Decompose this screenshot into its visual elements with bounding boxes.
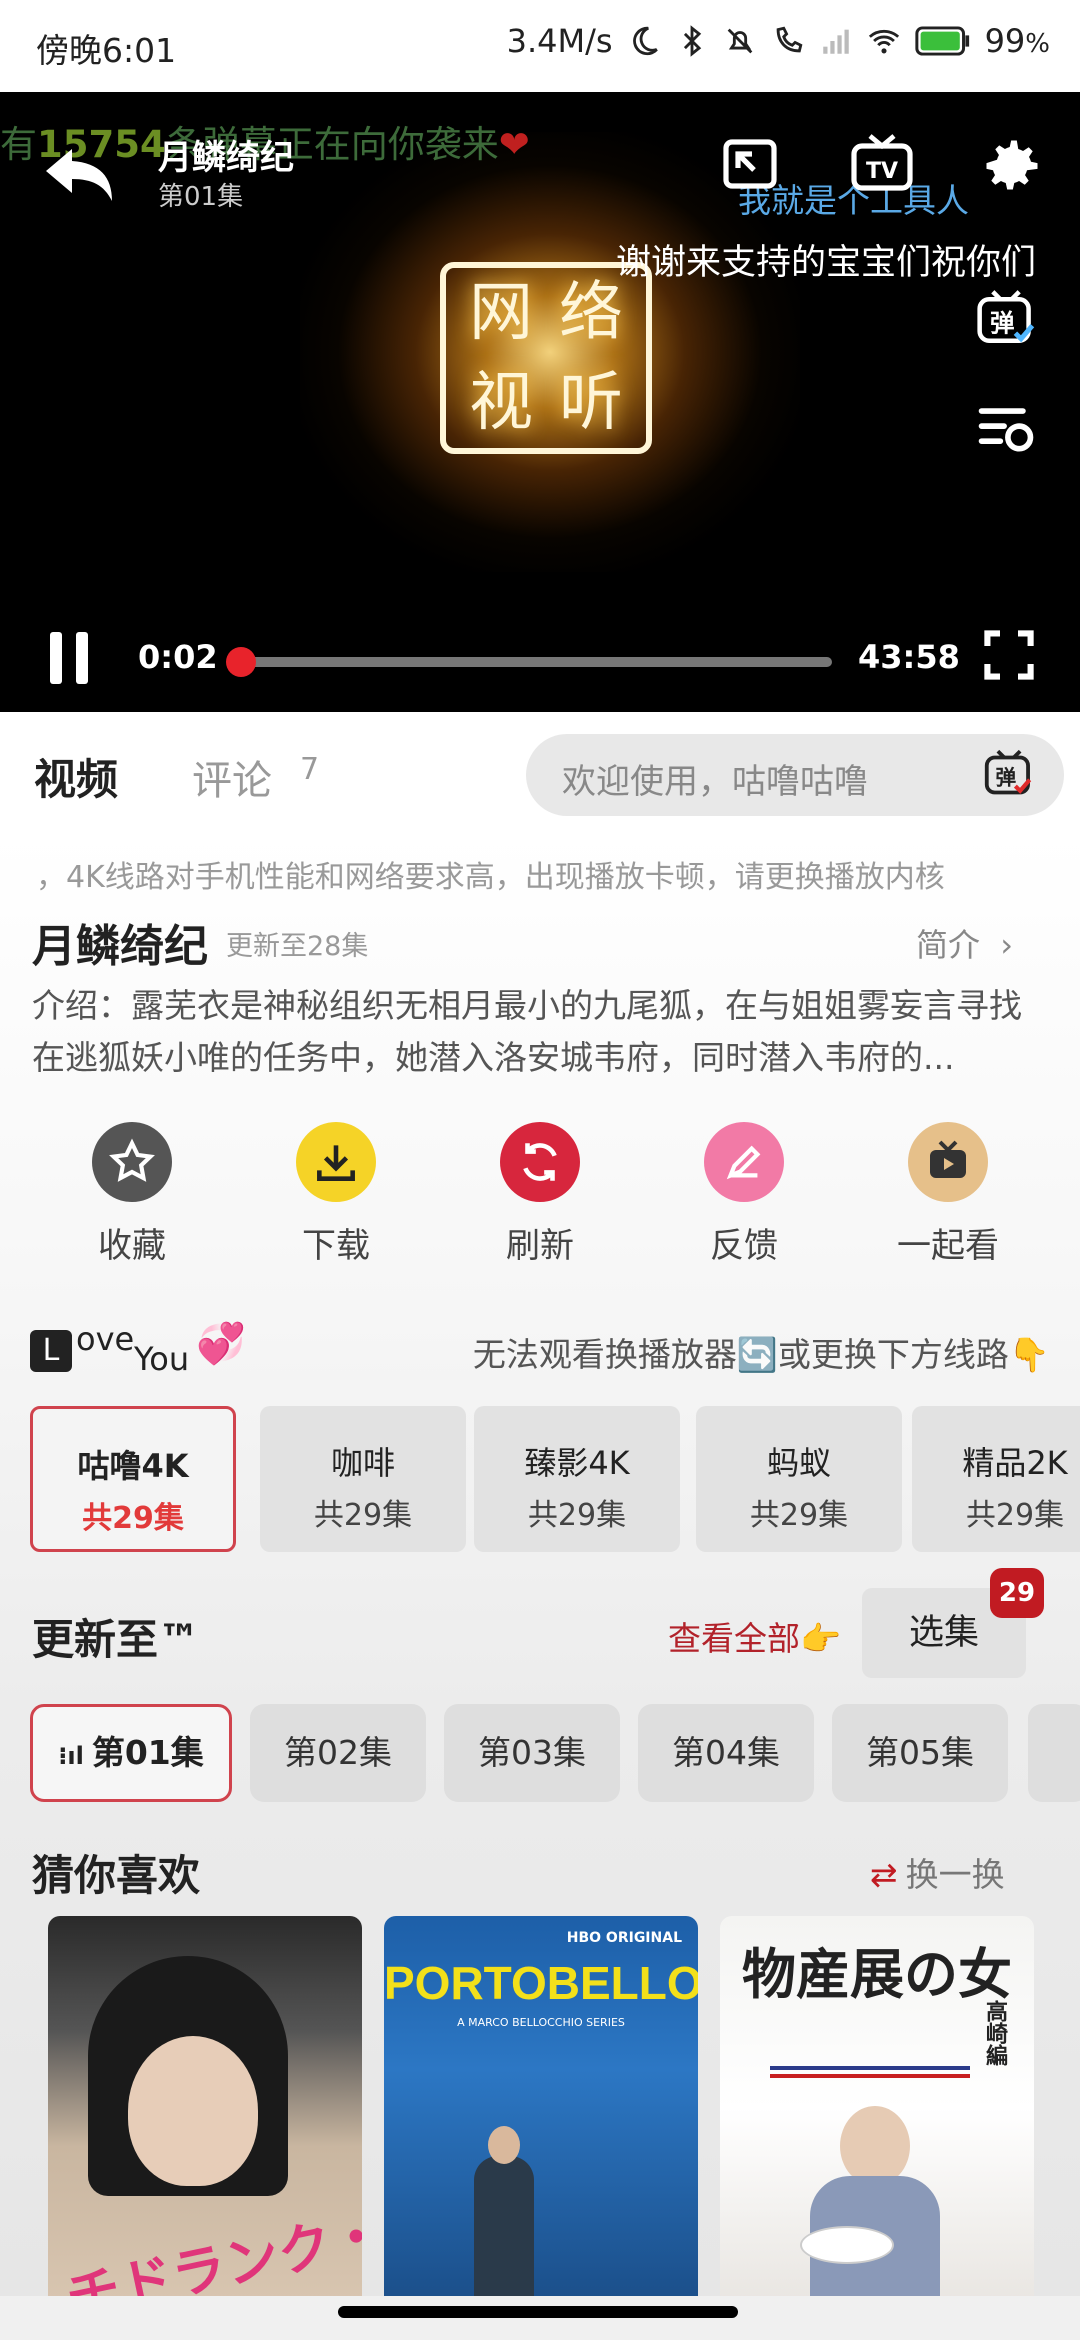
- recommend-title: 猜你喜欢: [32, 1851, 201, 1900]
- duration: 43:58: [858, 638, 960, 676]
- swap-icon: ⇄: [870, 1855, 898, 1894]
- poster-tag: HBO ORIGINAL: [566, 1930, 682, 1946]
- watch-together-button[interactable]: 一起看: [868, 1122, 1028, 1267]
- tab-video[interactable]: 视频: [34, 746, 118, 807]
- player-hint: 无法观看换播放器🔄或更换下方线路👇: [472, 1335, 1050, 1374]
- refresh-button[interactable]: 刷新: [460, 1122, 620, 1267]
- episode-item[interactable]: 第02集: [250, 1704, 426, 1802]
- swap-button[interactable]: ⇄ 换一换: [870, 1848, 1005, 1896]
- line-card[interactable]: 咖啡 共29集: [260, 1406, 466, 1552]
- episode-item[interactable]: 第04集: [638, 1704, 814, 1802]
- status-bar: 傍晚6:01 3.4M/s 99%: [0, 0, 1080, 92]
- progress-thumb[interactable]: [226, 647, 257, 677]
- action-label: 一起看: [897, 1226, 999, 1266]
- favorite-button[interactable]: 收藏: [52, 1122, 212, 1267]
- notice-marquee: ，4K线路对手机性能和网络要求高，出现播放卡顿，请更换播放内核: [36, 860, 945, 895]
- chevron-right-icon: ›: [1000, 926, 1013, 964]
- fullscreen-icon[interactable]: [982, 628, 1036, 682]
- line-card[interactable]: 臻影4K 共29集: [474, 1406, 680, 1552]
- pencil-icon: [726, 1145, 761, 1180]
- svg-text:弹: 弹: [990, 308, 1014, 337]
- poster-title: PORTOBELLO: [384, 1957, 698, 2009]
- progress-track[interactable]: [232, 657, 832, 667]
- action-label: 反馈: [710, 1226, 778, 1266]
- update-status: 更新至28集: [226, 931, 369, 962]
- intro-link[interactable]: 简介 ›: [916, 920, 1013, 966]
- tv-play-icon: [930, 1140, 966, 1178]
- danmaku-input[interactable]: 欢迎使用，咕噜咕噜 弹: [526, 734, 1064, 816]
- episode-count-badge: 29: [990, 1568, 1044, 1618]
- video-logo: 网络 视听: [440, 262, 652, 454]
- mute-icon: [727, 28, 752, 54]
- video-player[interactable]: 网络 视听 有15754条弹幕正在向你袭来❤ 我就是个工具人 谢谢来支持的宝宝们…: [0, 92, 1080, 712]
- line-card[interactable]: 咕噜4K 共29集: [30, 1406, 236, 1552]
- danmaku-settings-icon[interactable]: [974, 396, 1038, 460]
- settings-gear-icon[interactable]: [978, 132, 1046, 200]
- pip-icon[interactable]: [718, 132, 786, 200]
- poster-subtitle: A MARCO BELLOCCHIO SERIES: [457, 2016, 625, 2029]
- danmaku-placeholder: 欢迎使用，咕噜咕噜: [562, 762, 868, 802]
- tv-cast-icon[interactable]: TV: [848, 132, 916, 200]
- episode-item[interactable]: 第05集: [832, 1704, 1008, 1802]
- signal-icon: [822, 29, 849, 54]
- pause-button[interactable]: [48, 632, 94, 684]
- love-you-badge: L ove You 💞: [30, 1320, 250, 1380]
- show-description: 介绍：露芜衣是神秘组织无相月最小的九尾狐，在与姐姐雾妄言寻找在逃狐妖小唯的任务中…: [32, 986, 1022, 1077]
- tab-comments[interactable]: 评论: [192, 748, 272, 806]
- svg-text:弹: 弹: [996, 766, 1017, 790]
- line-card[interactable]: 蚂蚁 共29集: [696, 1406, 902, 1552]
- poster-title: 物産展の女: [742, 1942, 1012, 2006]
- current-time: 0:02: [138, 638, 218, 676]
- status-icons: 3.4M/s 99%: [507, 22, 1050, 60]
- poster-card[interactable]: チドランク・ウ: [48, 1916, 362, 2300]
- action-label: 下载: [302, 1226, 370, 1266]
- episode-item[interactable]: 第03集: [444, 1704, 620, 1802]
- svg-text:TV: TV: [866, 159, 898, 184]
- refresh-icon: [523, 1143, 557, 1181]
- danmaku-message: 谢谢来支持的宝宝们祝你们: [616, 243, 1037, 283]
- battery-icon: [914, 26, 969, 56]
- episode-item[interactable]: [1028, 1704, 1080, 1802]
- danmaku-toggle-icon[interactable]: 弹: [974, 288, 1038, 352]
- line-card[interactable]: 精品2K 共29集: [912, 1406, 1080, 1552]
- playing-bars-icon: ⁝ıl: [58, 1742, 84, 1770]
- hearts-icon: 💞: [196, 1321, 246, 1367]
- net-speed: 3.4M/s: [506, 22, 613, 60]
- episode-list: ⁝ıl 第01集 第02集 第03集 第04集 第05集: [30, 1704, 1080, 1804]
- episode-item[interactable]: ⁝ıl 第01集: [30, 1704, 232, 1802]
- back-icon[interactable]: [40, 140, 120, 210]
- bottom-strip: [0, 2296, 1080, 2340]
- status-time: 傍晚6:01: [36, 31, 177, 70]
- show-title: 月鳞绮纪: [32, 921, 208, 972]
- feedback-button[interactable]: 反馈: [664, 1122, 824, 1267]
- home-indicator[interactable]: [338, 2306, 738, 2318]
- action-label: 收藏: [98, 1226, 166, 1266]
- video-title: 月鳞绮纪: [158, 138, 294, 178]
- call-icon: [776, 26, 802, 53]
- video-episode: 第01集: [158, 182, 244, 212]
- download-icon: [317, 1145, 355, 1181]
- comment-count: 7: [300, 752, 320, 787]
- poster-card[interactable]: 物産展の女 高崎編: [720, 1916, 1034, 2300]
- episodes-title: 更新至™: [32, 1615, 201, 1664]
- download-button[interactable]: 下载: [256, 1122, 416, 1267]
- wifi-icon: [868, 29, 899, 54]
- see-all-link[interactable]: 查看全部👉: [668, 1612, 841, 1660]
- battery-level: 99%: [984, 22, 1050, 60]
- poster-subtitle: 高崎編: [982, 2000, 1007, 2066]
- bluetooth-icon: [683, 25, 701, 57]
- moon-icon: [632, 26, 658, 56]
- tabs-bar: 视频 评论 7 欢迎使用，咕噜咕噜 弹: [0, 712, 1080, 832]
- star-icon: [109, 1138, 155, 1182]
- danmaku-send-icon[interactable]: 弹: [982, 748, 1036, 802]
- action-label: 刷新: [506, 1226, 574, 1266]
- poster-card[interactable]: HBO ORIGINAL PORTOBELLO A MARCO BELLOCCH…: [384, 1916, 698, 2300]
- poster-title: チドランク・ウ: [60, 2190, 362, 2300]
- source-lines: 咕噜4K 共29集 咖啡 共29集 臻影4K 共29集 蚂蚁 共29集 精品2K 共29集: [30, 1406, 1080, 1556]
